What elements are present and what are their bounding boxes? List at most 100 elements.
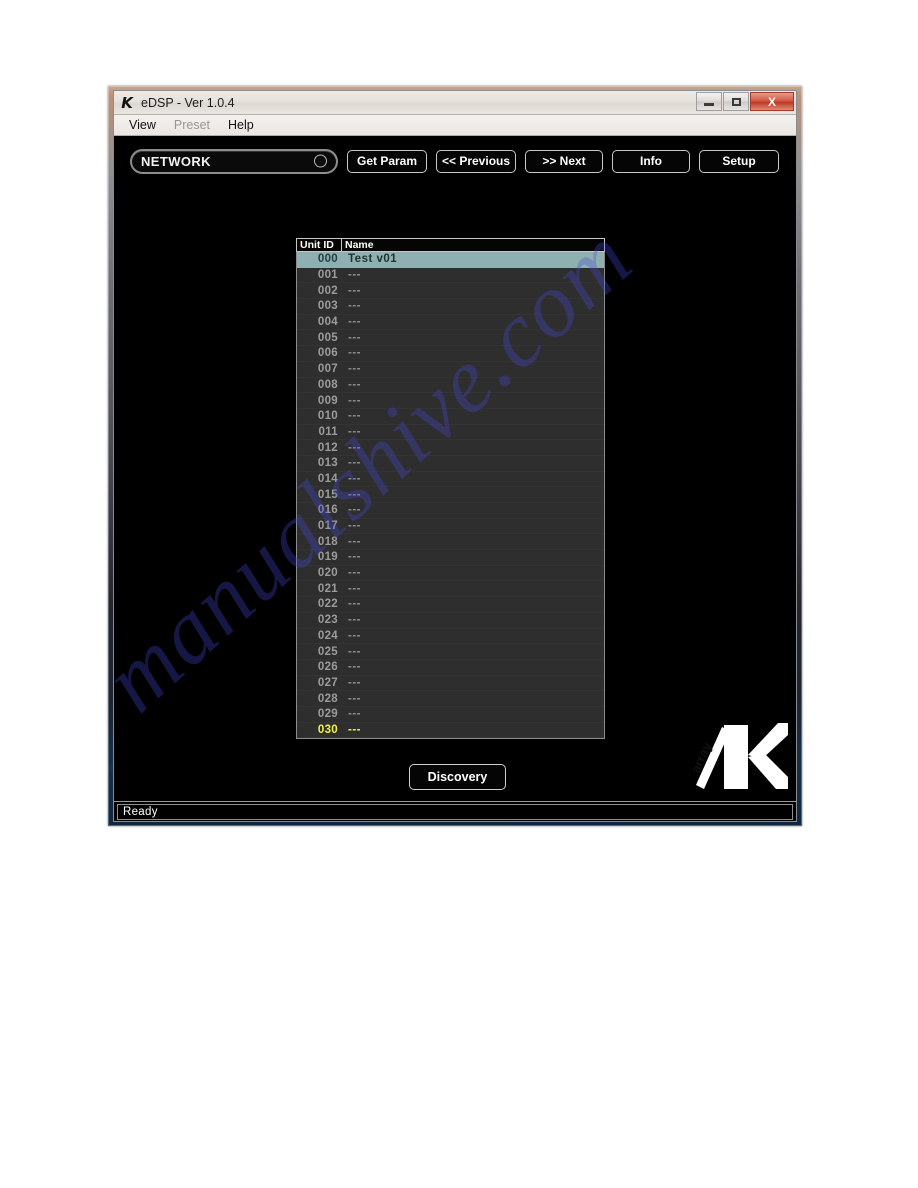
- unit-name-cell: ---: [348, 472, 361, 485]
- unit-id-cell: 022: [317, 598, 338, 611]
- unit-name-cell: ---: [348, 582, 361, 595]
- unit-list-row[interactable]: 025 ---: [297, 644, 604, 660]
- unit-id-cell: 010: [317, 410, 338, 423]
- unit-id-cell: 027: [317, 676, 338, 689]
- unit-list-row[interactable]: 030 ---: [297, 722, 604, 739]
- unit-list-row[interactable]: 017 ---: [297, 518, 604, 535]
- unit-id-cell: 025: [317, 645, 338, 658]
- unit-list-row[interactable]: 000 Test v01: [297, 252, 604, 268]
- unit-list-row[interactable]: 011 ---: [297, 424, 604, 441]
- close-button[interactable]: X: [750, 92, 794, 111]
- unit-list-row[interactable]: 009 ---: [297, 393, 604, 409]
- previous-button[interactable]: << Previous: [436, 149, 516, 173]
- unit-list-row[interactable]: 008 ---: [297, 377, 604, 394]
- unit-list-row[interactable]: 022 ---: [297, 597, 604, 613]
- unit-name-cell: ---: [348, 394, 361, 407]
- unit-list-row[interactable]: 003 ---: [297, 299, 604, 315]
- get-param-button[interactable]: Get Param: [347, 149, 427, 173]
- discovery-button[interactable]: Discovery: [409, 764, 506, 790]
- unit-id-cell: 020: [317, 567, 338, 580]
- unit-list-row[interactable]: 029 ---: [297, 706, 604, 723]
- k-array-logo-svg: array: [688, 723, 788, 789]
- menu-bar: View Preset Help: [114, 115, 796, 136]
- unit-name-cell: ---: [348, 629, 361, 642]
- unit-list-row[interactable]: 015 ---: [297, 487, 604, 503]
- unit-name-cell: ---: [348, 535, 361, 548]
- unit-name-cell: ---: [348, 378, 361, 391]
- unit-name-cell: ---: [348, 363, 361, 376]
- unit-name-cell: ---: [348, 614, 361, 627]
- unit-name-cell: ---: [348, 284, 361, 297]
- menu-item-view[interactable]: View: [120, 117, 165, 133]
- unit-list-row[interactable]: 001 ---: [297, 267, 604, 284]
- unit-list-row[interactable]: 010 ---: [297, 408, 604, 425]
- unit-list-row[interactable]: 007 ---: [297, 361, 604, 378]
- network-selector[interactable]: NETWORK: [130, 148, 338, 174]
- application-window: K eDSP - Ver 1.0.4 X View Preset Help NE…: [108, 86, 802, 826]
- unit-list-row[interactable]: 020 ---: [297, 565, 604, 582]
- maximize-button[interactable]: [723, 92, 749, 111]
- unit-list-body[interactable]: 000 Test v01 001 --- 002 --- 003 --- 004 --- 005 --…: [296, 252, 605, 740]
- unit-id-cell: 021: [317, 582, 338, 595]
- k-array-app-icon: K: [119, 95, 135, 111]
- network-label: NETWORK: [141, 153, 211, 169]
- unit-list-row[interactable]: 016 ---: [297, 503, 604, 519]
- unit-name-cell: ---: [348, 300, 361, 313]
- unit-id-cell: 017: [317, 520, 338, 533]
- unit-name-cell: ---: [348, 457, 361, 470]
- app-icon-letter: K: [121, 93, 133, 112]
- unit-list-row[interactable]: 026 ---: [297, 659, 604, 676]
- unit-list-row[interactable]: 021 ---: [297, 581, 604, 598]
- client-area: NETWORK Get Param << Previous >> Next In…: [114, 136, 796, 801]
- status-bar: Ready: [114, 801, 796, 821]
- unit-id-cell: 006: [317, 347, 338, 360]
- status-bar-panel: Ready: [117, 803, 793, 820]
- unit-id-cell: 000: [317, 253, 338, 266]
- unit-name-cell: Test v01: [348, 253, 398, 266]
- unit-id-cell: 008: [317, 378, 338, 391]
- unit-list-row[interactable]: 006 ---: [297, 346, 604, 362]
- unit-name-cell: ---: [348, 551, 361, 564]
- unit-name-cell: ---: [348, 645, 361, 658]
- unit-list-row[interactable]: 023 ---: [297, 612, 604, 629]
- unit-id-cell: 011: [318, 425, 338, 438]
- unit-list-row[interactable]: 012 ---: [297, 440, 604, 456]
- unit-list-row[interactable]: 019 ---: [297, 550, 604, 566]
- title-bar[interactable]: K eDSP - Ver 1.0.4 X: [114, 91, 796, 115]
- network-status-led-icon: [314, 154, 327, 168]
- unit-list-row[interactable]: 024 ---: [297, 628, 604, 645]
- unit-list-row[interactable]: 018 ---: [297, 534, 604, 551]
- column-header-unit-id: Unit ID: [297, 239, 342, 251]
- unit-id-cell: 030: [317, 723, 338, 736]
- status-text: Ready: [123, 805, 158, 818]
- unit-id-cell: 014: [317, 472, 338, 485]
- unit-list-row[interactable]: 027 ---: [297, 675, 604, 692]
- minimize-button[interactable]: [696, 92, 722, 111]
- unit-list-header: Unit ID Name: [296, 238, 605, 252]
- unit-list-row[interactable]: 014 ---: [297, 471, 604, 488]
- unit-list-row[interactable]: 005 ---: [297, 330, 604, 347]
- unit-list-row[interactable]: 013 ---: [297, 455, 604, 472]
- unit-name-cell: ---: [348, 441, 361, 454]
- unit-list-row[interactable]: 028 ---: [297, 691, 604, 707]
- k-array-logo: array: [686, 719, 788, 795]
- unit-name-cell: ---: [348, 410, 361, 423]
- unit-id-cell: 003: [317, 300, 338, 313]
- unit-list-row[interactable]: 002 ---: [297, 283, 604, 300]
- window-inner: K eDSP - Ver 1.0.4 X View Preset Help NE…: [113, 90, 797, 822]
- unit-name-cell: ---: [348, 504, 361, 517]
- unit-name-cell: ---: [348, 520, 361, 533]
- unit-id-cell: 002: [317, 284, 338, 297]
- unit-name-cell: ---: [348, 661, 361, 674]
- unit-name-cell: ---: [348, 316, 361, 329]
- unit-name-cell: ---: [348, 488, 361, 501]
- info-button[interactable]: Info: [612, 149, 690, 173]
- unit-list-row[interactable]: 004 ---: [297, 314, 604, 331]
- next-button[interactable]: >> Next: [525, 149, 603, 173]
- toolbar: NETWORK Get Param << Previous >> Next In…: [114, 146, 796, 176]
- unit-id-cell: 013: [317, 457, 338, 470]
- setup-button[interactable]: Setup: [699, 149, 779, 173]
- menu-item-help[interactable]: Help: [219, 117, 263, 133]
- column-header-name: Name: [345, 238, 374, 251]
- unit-name-cell: ---: [348, 708, 361, 721]
